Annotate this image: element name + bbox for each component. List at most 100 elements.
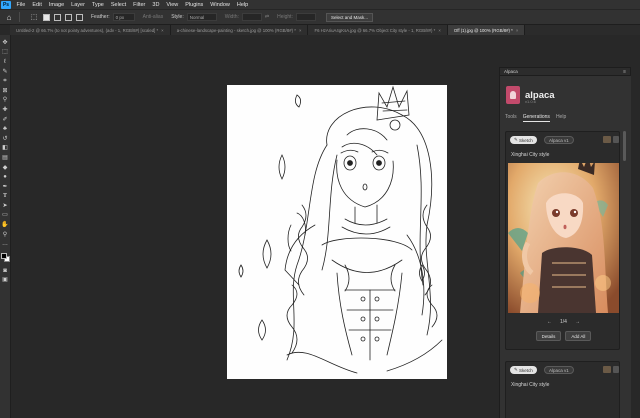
color-swatches[interactable]: [0, 252, 10, 263]
subtract-selection-icon[interactable]: [65, 13, 72, 21]
plugin-version: v1.0.6: [525, 99, 536, 104]
menu-filter[interactable]: Filter: [130, 2, 149, 8]
artboard-tool-icon[interactable]: ⬚: [1, 48, 10, 58]
panel-menu-icon[interactable]: ≡: [623, 69, 626, 75]
eyedropper-tool-icon[interactable]: ⚲: [1, 96, 10, 106]
lasso-tool-icon[interactable]: ℓ: [1, 57, 10, 67]
menu-edit[interactable]: Edit: [29, 2, 45, 8]
brush-tool-icon[interactable]: ✐: [1, 115, 10, 125]
width-input[interactable]: [241, 13, 262, 21]
image-icon[interactable]: [603, 366, 611, 373]
swap-icon[interactable]: ⇄: [265, 14, 269, 20]
photoshop-logo[interactable]: Ps: [1, 0, 11, 9]
select-and-mask-button[interactable]: Select and Mask...: [325, 12, 373, 22]
zoom-tool-icon[interactable]: ⚲: [1, 230, 10, 240]
move-tool-icon[interactable]: ✥: [1, 38, 10, 48]
menu-help[interactable]: Help: [233, 2, 251, 8]
details-button[interactable]: Details: [535, 331, 562, 341]
rectangle-tool-icon[interactable]: ▭: [1, 211, 10, 221]
menu-select[interactable]: Select: [107, 2, 129, 8]
style-label: Style:: [171, 14, 184, 20]
feather-input[interactable]: 0 px: [112, 13, 135, 21]
generation-card: ✎ Sketch Alpaca v1 Xinghai City style: [505, 361, 620, 418]
doc-tab-title: F6 HzAriuA4gKsA.jpg @ 66.7% Object City …: [314, 27, 436, 33]
screen-mode-icon[interactable]: ▣: [1, 276, 10, 286]
blur-tool-icon[interactable]: ◆: [1, 163, 10, 173]
new-selection-icon[interactable]: [43, 13, 50, 21]
doc-tab-active[interactable]: Off (1).jpg @ 100% (RGB/8#) * ×: [447, 25, 526, 35]
doc-tab[interactable]: Untitled-2 @ 66.7% (to not pointy advent…: [10, 25, 171, 35]
delete-icon[interactable]: [613, 366, 619, 373]
path-select-tool-icon[interactable]: ➤: [1, 201, 10, 211]
quick-mask-icon[interactable]: ◙: [1, 266, 10, 276]
stamp-tool-icon[interactable]: ♣: [1, 124, 10, 134]
width-label: Width:: [224, 14, 239, 20]
menu-image[interactable]: Image: [45, 2, 67, 8]
feather-label: Feather:: [91, 14, 110, 20]
menu-plugins[interactable]: Plugins: [182, 2, 207, 8]
close-icon[interactable]: ×: [516, 28, 519, 33]
image-icon[interactable]: [603, 136, 611, 143]
doc-tab-title: a-chinese-landscape-painting - sketch.jp…: [176, 27, 296, 33]
line-art-illustration: [238, 85, 443, 374]
healing-tool-icon[interactable]: ✚: [1, 105, 10, 115]
menu-view[interactable]: View: [163, 2, 182, 8]
model-chip[interactable]: Alpaca v1: [544, 136, 574, 144]
divider: [19, 12, 20, 22]
menu-window[interactable]: Window: [207, 2, 234, 8]
foreground-color[interactable]: [1, 253, 7, 260]
pen-tool-icon[interactable]: ✒: [1, 182, 10, 192]
close-icon[interactable]: ×: [161, 28, 164, 33]
add-selection-icon[interactable]: [54, 13, 61, 21]
hand-tool-icon[interactable]: ✋: [1, 220, 10, 230]
panel-scrollbar[interactable]: [623, 131, 626, 161]
generated-image-art: [508, 163, 619, 313]
menu-type[interactable]: Type: [88, 2, 107, 8]
menu-layer[interactable]: Layer: [68, 2, 89, 8]
close-icon[interactable]: ×: [299, 28, 302, 33]
doc-tab[interactable]: a-chinese-landscape-painting - sketch.jp…: [170, 25, 309, 35]
home-icon[interactable]: ⌂: [4, 12, 14, 22]
type-tool-icon[interactable]: T: [1, 192, 10, 202]
frame-tool-icon[interactable]: ⊠: [1, 86, 10, 96]
add-all-button[interactable]: Add All: [565, 331, 592, 341]
alpaca-panel: alpaca v1.0.6 Tools Generations Help ✎ S…: [499, 76, 631, 418]
canvas-artwork[interactable]: [227, 85, 447, 379]
menu-file[interactable]: File: [13, 2, 29, 8]
marquee-tool-icon[interactable]: ⬚: [29, 12, 39, 22]
generated-image[interactable]: [508, 163, 619, 313]
menu-3d[interactable]: 3D: [149, 2, 163, 8]
panel-header[interactable]: Alpaca ≡: [499, 67, 631, 76]
panel-title: Alpaca: [504, 69, 518, 74]
dodge-tool-icon[interactable]: ●: [1, 172, 10, 182]
eraser-tool-icon[interactable]: ◧: [1, 144, 10, 154]
close-icon[interactable]: ×: [438, 28, 441, 33]
anti-alias-checkbox[interactable]: Anti-alias: [143, 14, 164, 20]
doc-tab[interactable]: F6 HzAriuA4gKsA.jpg @ 66.7% Object City …: [308, 25, 448, 35]
quick-select-tool-icon[interactable]: ✎: [1, 67, 10, 77]
sketch-chip[interactable]: ✎ Sketch: [510, 366, 537, 374]
alpaca-logo: [506, 86, 520, 104]
crop-tool-icon[interactable]: ⌗: [1, 76, 10, 86]
tab-generations[interactable]: Generations: [522, 114, 550, 122]
height-label: Height:: [277, 14, 293, 20]
page-indicator: 1/4: [560, 319, 567, 325]
next-arrow-icon[interactable]: →: [575, 319, 580, 325]
more-tools-icon[interactable]: …: [1, 239, 10, 249]
tools-panel: ✥ ⬚ ℓ ✎ ⌗ ⊠ ⚲ ✚ ✐ ♣ ↺ ◧ ▤ ◆ ● ✒ T ➤ ▭ ✋ …: [0, 35, 11, 418]
style-name: Xinghai City style: [511, 382, 550, 388]
sketch-chip[interactable]: ✎ Sketch: [510, 136, 537, 144]
style-select[interactable]: Normal: [186, 13, 217, 21]
tab-tools[interactable]: Tools: [505, 114, 517, 122]
panel-tabs: Tools Generations Help: [505, 114, 572, 122]
height-input[interactable]: [295, 13, 316, 21]
prev-arrow-icon[interactable]: ←: [547, 319, 552, 325]
history-brush-tool-icon[interactable]: ↺: [1, 134, 10, 144]
model-chip[interactable]: Alpaca v1: [544, 366, 574, 374]
style-name: Xinghai City style: [511, 152, 550, 158]
intersect-selection-icon[interactable]: [76, 13, 83, 21]
menu-bar: Ps File Edit Image Layer Type Select Fil…: [0, 0, 640, 9]
gradient-tool-icon[interactable]: ▤: [1, 153, 10, 163]
tab-help[interactable]: Help: [556, 114, 566, 122]
delete-icon[interactable]: [613, 136, 619, 143]
